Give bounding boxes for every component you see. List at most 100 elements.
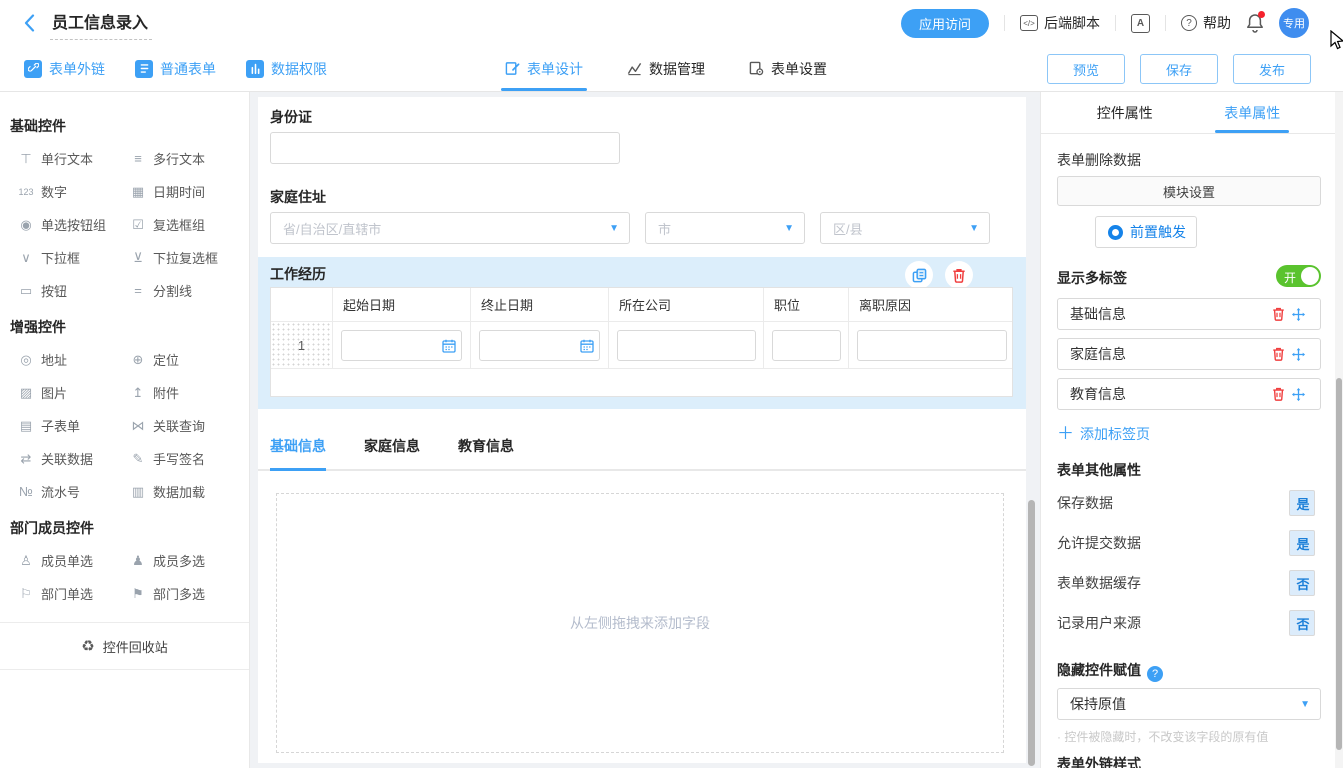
row-number-cell[interactable]: 1 xyxy=(271,322,333,369)
notification-bell-button[interactable] xyxy=(1246,13,1264,33)
widget-select[interactable]: ∨下拉框 xyxy=(0,241,112,274)
section-dept-member-widgets: 部门成员控件 xyxy=(10,518,249,538)
position-input[interactable] xyxy=(772,330,841,361)
widget-dept-multi[interactable]: ⚑部门多选 xyxy=(112,577,249,610)
toggle-on-text: 开 xyxy=(1284,269,1296,286)
widget-multi-select[interactable]: ⊻下拉复选框 xyxy=(112,241,249,274)
move-tab-page-handle[interactable] xyxy=(1288,307,1308,322)
widget-location[interactable]: ⊕定位 xyxy=(112,343,249,376)
widget-member-single[interactable]: ♙成员单选 xyxy=(0,544,112,577)
widget-attachment[interactable]: ↥附件 xyxy=(112,376,249,409)
end-date-input[interactable] xyxy=(479,330,600,361)
tab-data-manage[interactable]: 数据管理 xyxy=(627,46,705,91)
hidden-assign-select[interactable]: 保持原值 ▼ xyxy=(1057,688,1321,720)
move-tab-page-handle[interactable] xyxy=(1288,347,1308,362)
field-dropzone[interactable]: 从左侧拖拽来添加字段 xyxy=(276,493,1004,753)
multi-select-icon: ⊻ xyxy=(129,250,147,266)
widget-recycle-bin-button[interactable]: ♻ 控件回收站 xyxy=(0,622,249,670)
enhanced-widgets-grid: ◎地址 ⊕定位 ▨图片 ↥附件 ▤子表单 ⋈关联查询 ⇄关联数据 ✎手写签名 №… xyxy=(0,343,249,508)
move-tab-page-handle[interactable] xyxy=(1288,387,1308,402)
company-input[interactable] xyxy=(617,330,756,361)
tab-page-item[interactable]: 基础信息 xyxy=(1057,298,1321,330)
user-source-no-chip[interactable]: 否 xyxy=(1289,610,1315,636)
canvas-tab-education-info[interactable]: 教育信息 xyxy=(458,429,514,471)
delete-tab-page-button[interactable] xyxy=(1268,347,1288,361)
tab-page-item[interactable]: 家庭信息 xyxy=(1057,338,1321,370)
button-icon: ▭ xyxy=(17,283,35,299)
panel-scrollbar-thumb[interactable] xyxy=(1336,378,1342,750)
help-circle-icon[interactable]: ? xyxy=(1147,666,1163,682)
backend-script-button[interactable]: </> 后端脚本 xyxy=(1020,13,1100,33)
language-icon[interactable]: A xyxy=(1131,14,1150,33)
id-card-input[interactable] xyxy=(270,132,620,164)
add-tab-page-button[interactable]: ＋ 添加标签页 xyxy=(1057,424,1321,444)
attachment-icon: ↥ xyxy=(129,385,147,401)
delete-tab-page-button[interactable] xyxy=(1268,387,1288,401)
widget-radio-group[interactable]: ◉单选按钮组 xyxy=(0,208,112,241)
back-chevron-icon xyxy=(24,14,35,32)
avatar[interactable]: 专用 xyxy=(1279,8,1309,38)
widget-number[interactable]: 123数字 xyxy=(0,175,112,208)
canvas-scrollbar[interactable] xyxy=(1028,500,1035,766)
widget-checkbox-group[interactable]: ☑复选框组 xyxy=(112,208,249,241)
widget-signature[interactable]: ✎手写签名 xyxy=(112,442,249,475)
widget-single-line-text[interactable]: ⊤单行文本 xyxy=(0,142,112,175)
back-button[interactable] xyxy=(18,12,40,34)
widget-datetime[interactable]: ▦日期时间 xyxy=(112,175,249,208)
plain-form-button[interactable]: 普通表单 xyxy=(135,59,216,79)
widget-serial-number[interactable]: №流水号 xyxy=(0,475,112,508)
module-settings-button[interactable]: 模块设置 xyxy=(1057,176,1321,206)
widget-image[interactable]: ▨图片 xyxy=(0,376,112,409)
widget-subform[interactable]: ▤子表单 xyxy=(0,409,112,442)
widget-button[interactable]: ▭按钮 xyxy=(0,274,112,307)
data-permission-button[interactable]: 数据权限 xyxy=(246,59,327,79)
tab-form-design[interactable]: 表单设计 xyxy=(505,46,583,91)
widget-linked-data[interactable]: ⇄关联数据 xyxy=(0,442,112,475)
widget-divider[interactable]: =分割线 xyxy=(112,274,249,307)
widget-multi-line-text[interactable]: ≡多行文本 xyxy=(112,142,249,175)
delete-tab-page-button[interactable] xyxy=(1268,307,1288,321)
widget-member-multi[interactable]: ♟成员多选 xyxy=(112,544,249,577)
tab-form-settings[interactable]: 表单设置 xyxy=(749,46,827,91)
tab-form-props[interactable]: 表单属性 xyxy=(1189,92,1317,133)
province-placeholder: 省/自治区/直辖市 xyxy=(283,219,609,238)
multi-tab-toggle[interactable]: 开 xyxy=(1276,265,1321,287)
district-select[interactable]: 区/县 ▼ xyxy=(820,212,990,244)
form-external-link-button[interactable]: 表单外链 xyxy=(24,59,105,79)
help-button[interactable]: ? 帮助 xyxy=(1181,13,1231,33)
data-cache-no-chip[interactable]: 否 xyxy=(1289,570,1315,596)
save-button[interactable]: 保存 xyxy=(1140,54,1218,84)
radio-pre-trigger[interactable]: 前置触发 xyxy=(1095,216,1197,248)
delete-data-label: 表单删除数据 xyxy=(1057,150,1321,170)
widget-dept-single[interactable]: ⚐部门单选 xyxy=(0,577,112,610)
canvas-tab-family-info[interactable]: 家庭信息 xyxy=(364,429,420,471)
province-select[interactable]: 省/自治区/直辖市 ▼ xyxy=(270,212,630,244)
tab-widget-props[interactable]: 控件属性 xyxy=(1061,92,1189,133)
recycle-bin-label: 控件回收站 xyxy=(103,637,168,656)
district-placeholder: 区/县 xyxy=(833,219,969,238)
canvas-tab-basic-info[interactable]: 基础信息 xyxy=(270,429,326,471)
member-multi-icon: ♟ xyxy=(129,553,147,569)
widget-data-load[interactable]: ▥数据加载 xyxy=(112,475,249,508)
delete-widget-button[interactable] xyxy=(945,261,973,289)
leave-reason-input[interactable] xyxy=(857,330,1007,361)
tab-page-item[interactable]: 教育信息 xyxy=(1057,378,1321,410)
allow-submit-yes-chip[interactable]: 是 xyxy=(1289,530,1315,556)
preview-button[interactable]: 预览 xyxy=(1047,54,1125,84)
start-date-cell xyxy=(333,322,471,369)
data-cache-label: 表单数据缓存 xyxy=(1057,573,1289,593)
start-date-input[interactable] xyxy=(341,330,462,361)
city-select[interactable]: 市 ▼ xyxy=(645,212,805,244)
form-card: 身份证 家庭住址 省/自治区/直辖市 ▼ 市 ▼ 区/县 ▼ 工作经历 xyxy=(258,97,1026,763)
clipped-bottom-title: 表单外链样式 xyxy=(1057,754,1321,768)
publish-button[interactable]: 发布 xyxy=(1233,54,1311,84)
widget-address[interactable]: ◎地址 xyxy=(0,343,112,376)
move-icon xyxy=(1291,307,1306,322)
copy-widget-button[interactable] xyxy=(905,261,933,289)
subform-work-experience[interactable]: 工作经历 xyxy=(258,257,1026,409)
app-access-button[interactable]: 应用访问 xyxy=(901,9,989,38)
question-icon: ? xyxy=(1181,15,1197,31)
widget-lookup-query[interactable]: ⋈关联查询 xyxy=(112,409,249,442)
form-design-icon xyxy=(505,61,520,76)
save-data-yes-chip[interactable]: 是 xyxy=(1289,490,1315,516)
